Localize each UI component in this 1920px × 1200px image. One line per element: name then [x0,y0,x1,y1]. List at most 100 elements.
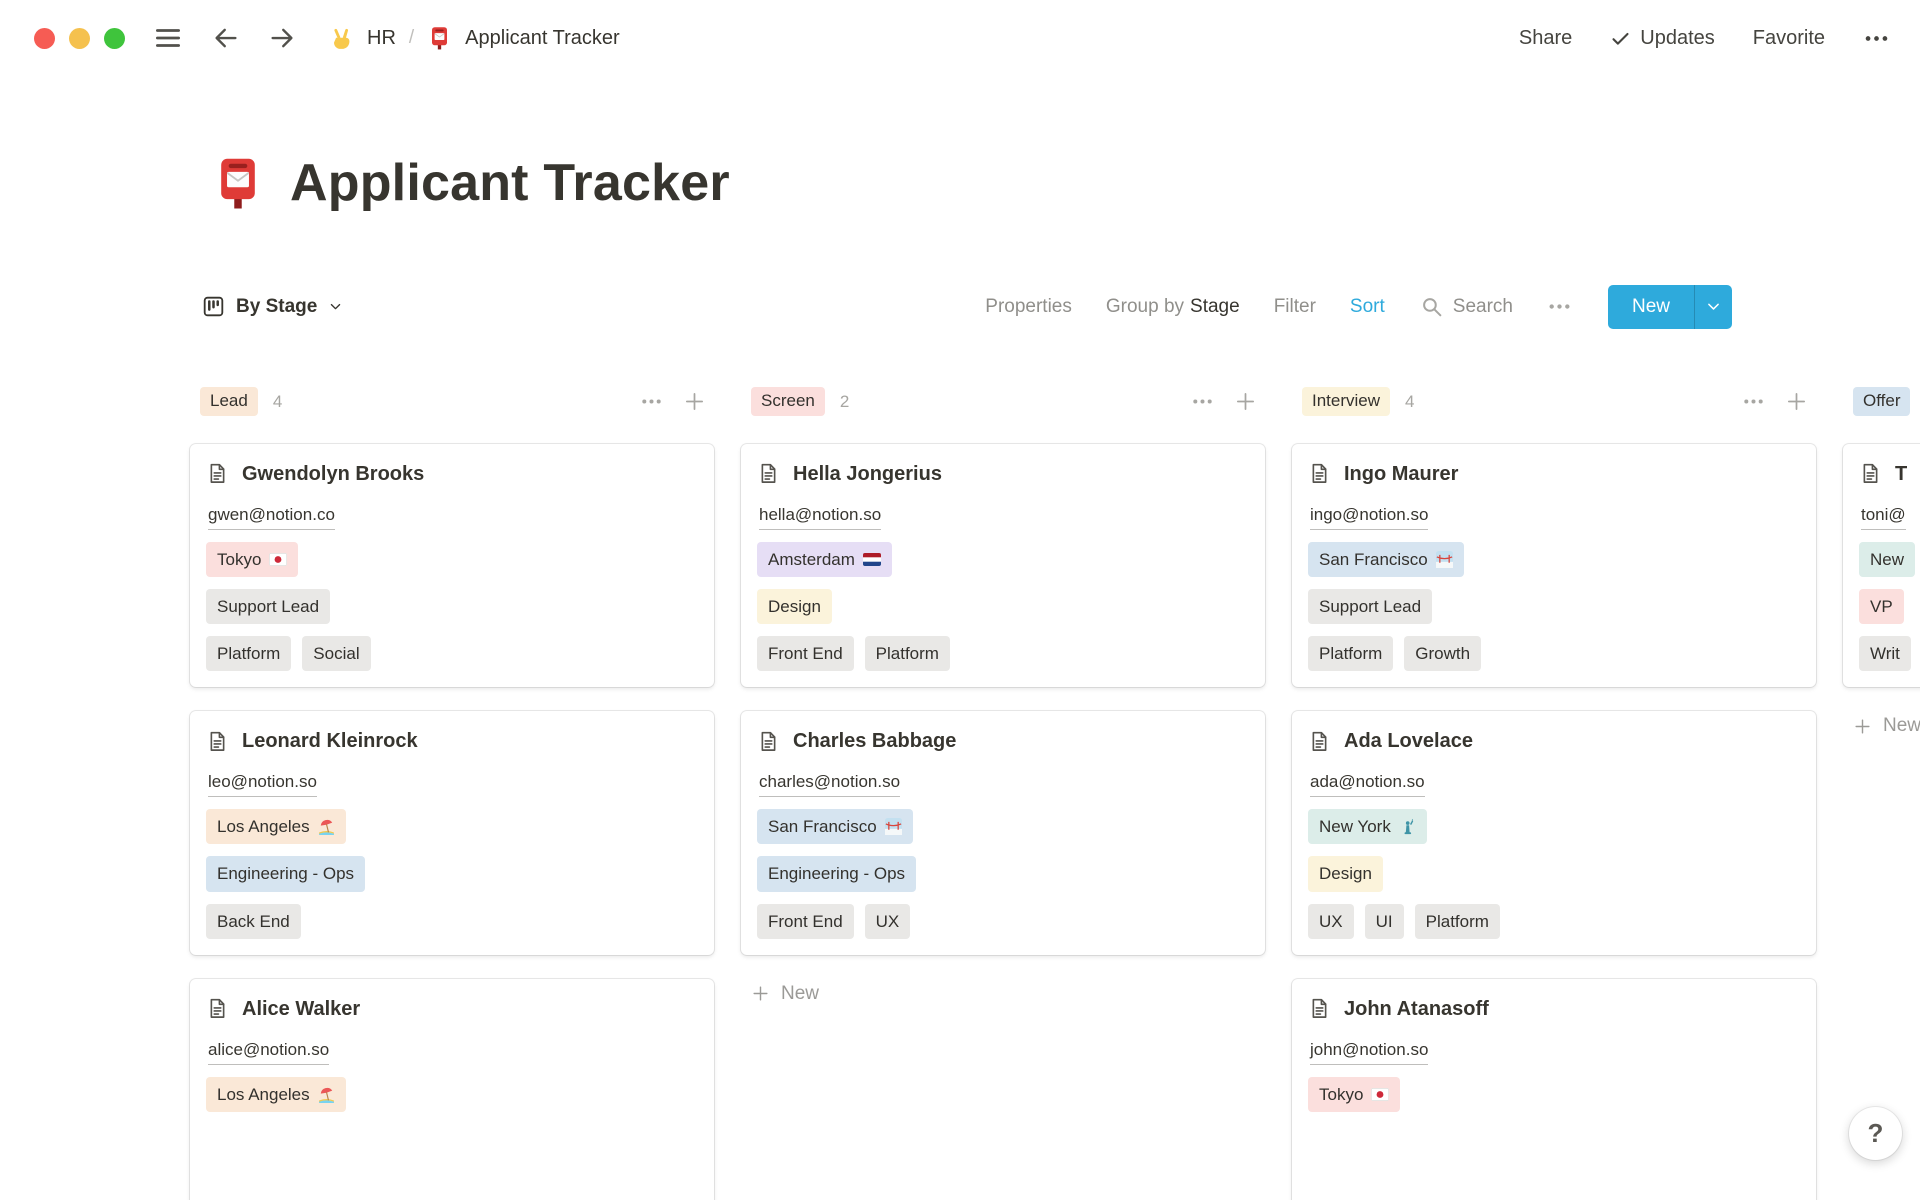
toolbar-actions: Properties Group by Stage Filter Sort Se… [985,285,1732,329]
traffic-light-minimize[interactable] [69,28,90,49]
card[interactable]: Hella Jongeriushella@notion.soAmsterdamD… [741,444,1265,688]
tag-ux: UX [865,904,911,939]
board-column-interview: Interview4Ingo Maureringo@notion.soSan F… [1292,384,1816,1200]
column-name-badge[interactable]: Interview [1302,387,1390,415]
view-switcher[interactable]: By Stage [202,295,343,318]
tag-vp: VP [1859,589,1904,624]
breadcrumb-workspace[interactable]: HR [367,27,396,50]
card-name: Ada Lovelace [1344,727,1473,755]
tag-row: New York [1308,809,1800,844]
share-button[interactable]: Share [1519,27,1572,50]
column-name-badge[interactable]: Lead [200,387,258,415]
page-icon [206,997,229,1020]
view-toolbar: By Stage Properties Group by Stage Filte… [0,284,1920,330]
column-more-button[interactable] [640,390,663,413]
card-name: John Atanasoff [1344,995,1489,1023]
sidebar-toggle-icon[interactable] [153,23,183,53]
beach-icon [318,818,335,835]
column-header: Offer [1843,384,1920,420]
tag-row: Engineering - Ops [757,856,1249,891]
search-button[interactable]: Search [1419,294,1513,319]
tag-new: New [1859,542,1915,577]
new-card-button[interactable]: New [741,983,1265,1005]
card-email-row: ingo@notion.so [1310,504,1800,530]
card-email[interactable]: toni@ [1861,504,1906,530]
card-email[interactable]: john@notion.so [1310,1039,1428,1065]
card-email-row: john@notion.so [1310,1039,1800,1065]
new-button-label[interactable]: New [1608,285,1694,329]
column-add-card-button[interactable] [683,390,706,413]
card[interactable]: Ingo Maureringo@notion.soSan FranciscoSu… [1292,444,1816,688]
card-email-row: hella@notion.so [759,504,1249,530]
tag-row: Design [757,589,1249,624]
view-name: By Stage [236,296,317,318]
tag-writ: Writ [1859,636,1911,671]
column-name-badge[interactable]: Screen [751,387,825,415]
tag-row: Tokyo [1308,1077,1800,1112]
column-header: Screen2 [741,384,1265,420]
page-title-emoji-icon[interactable] [210,156,266,212]
column-more-button[interactable] [1191,390,1214,413]
card-email[interactable]: leo@notion.so [208,771,317,797]
workspace-emoji-icon [329,26,354,51]
card[interactable]: John Atanasoff john@notion.so Tokyo [1292,979,1816,1200]
board-column-offer: OfferTtoni@NewVPWritNew [1843,384,1920,738]
column-name-badge[interactable]: Offer [1853,387,1910,415]
card-email[interactable]: alice@notion.so [208,1039,329,1065]
card-title-row: Charles Babbage [757,727,1249,755]
tag-row: PlatformSocial [206,636,698,671]
card[interactable]: Ttoni@NewVPWrit [1843,444,1920,688]
tag-row: VP [1859,589,1920,624]
more-button[interactable] [1863,25,1890,52]
card[interactable]: Leonard Kleinrockleo@notion.soLos Angele… [190,711,714,955]
tag-support-lead: Support Lead [206,589,330,624]
traffic-light-close[interactable] [34,28,55,49]
tag-row: Los Angeles [206,1077,698,1112]
column-header: Lead4 [190,384,714,420]
tag-new-york: New York [1308,809,1427,844]
new-button-chevron-icon[interactable] [1694,285,1732,329]
search-icon [1419,294,1444,319]
back-button[interactable] [211,23,241,53]
card-email[interactable]: charles@notion.so [759,771,900,797]
forward-button[interactable] [267,23,297,53]
card-title-row: Ada Lovelace [1308,727,1800,755]
tag-row: Design [1308,856,1800,891]
column-add-card-button[interactable] [1785,390,1808,413]
card-email[interactable]: hella@notion.so [759,504,881,530]
card-email[interactable]: ada@notion.so [1310,771,1425,797]
new-card-label: New [1883,715,1920,737]
card-email[interactable]: ingo@notion.so [1310,504,1428,530]
tag-social: Social [302,636,370,671]
sort-button[interactable]: Sort [1350,296,1385,318]
column-add-card-button[interactable] [1234,390,1257,413]
group-by-button[interactable]: Group by Stage [1106,296,1240,318]
tag-san-francisco: San Francisco [1308,542,1464,577]
updates-label: Updates [1640,27,1715,50]
beach-icon [318,1086,335,1103]
card[interactable]: Alice Walkeralice@notion.soLos Angeles [190,979,714,1200]
topbar-actions: Share Updates Favorite [1519,25,1890,52]
tag-front-end: Front End [757,636,854,671]
card-email[interactable]: gwen@notion.co [208,504,335,530]
column-more-button[interactable] [1742,390,1765,413]
filter-button[interactable]: Filter [1274,296,1316,318]
tag-back-end: Back End [206,904,301,939]
card[interactable]: Charles Babbagecharles@notion.soSan Fran… [741,711,1265,955]
view-more-button[interactable] [1547,294,1572,319]
new-button[interactable]: New [1608,285,1732,329]
board-column-screen: Screen2 Hella Jongeriushella@notion.soAms… [741,384,1265,1005]
updates-button[interactable]: Updates [1610,27,1715,50]
card[interactable]: Ada Lovelaceada@notion.soNew YorkDesignU… [1292,711,1816,955]
card[interactable]: Gwendolyn Brooksgwen@notion.coTokyoSuppo… [190,444,714,688]
breadcrumb-page[interactable]: Applicant Tracker [465,27,620,50]
tag-row: Back End [206,904,698,939]
breadcrumb-separator: / [409,27,414,49]
new-card-button[interactable]: New [1843,715,1920,737]
help-button[interactable]: ? [1849,1107,1902,1160]
card-title-row: Gwendolyn Brooks [206,460,698,488]
favorite-button[interactable]: Favorite [1753,27,1825,50]
tag-row: Support Lead [206,589,698,624]
traffic-light-zoom[interactable] [104,28,125,49]
properties-button[interactable]: Properties [985,296,1072,318]
